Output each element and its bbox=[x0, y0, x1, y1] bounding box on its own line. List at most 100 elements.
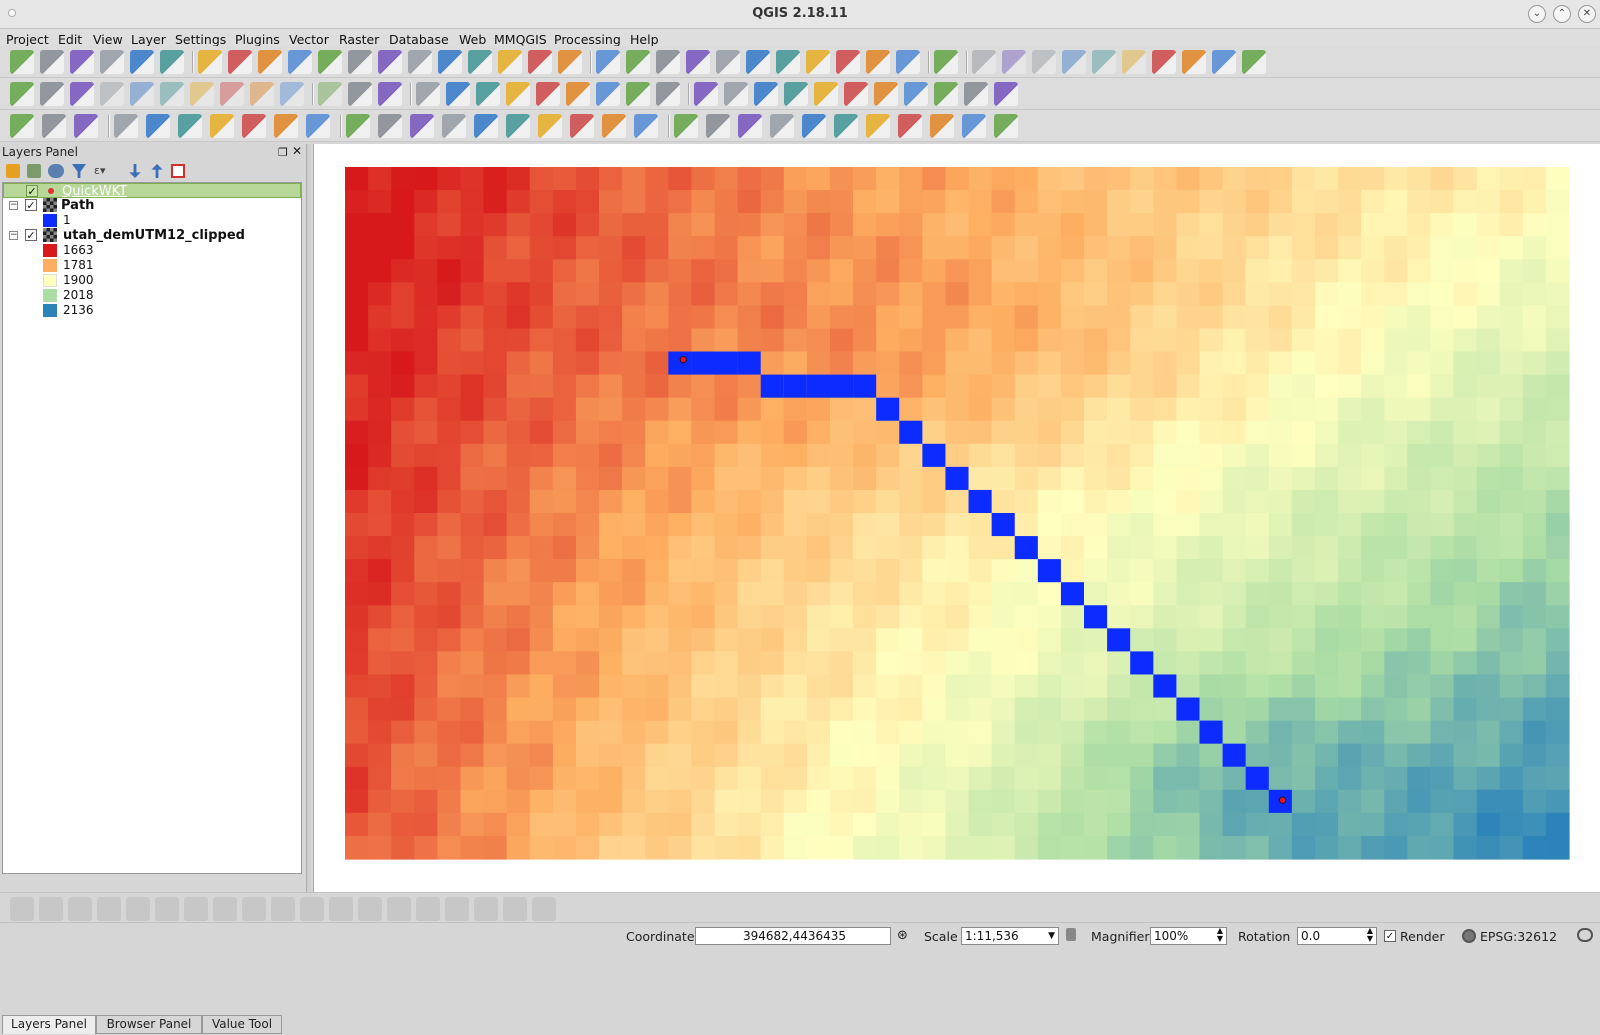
collapse-all-icon[interactable] bbox=[151, 164, 163, 178]
plane-icon[interactable] bbox=[930, 114, 954, 138]
magnifier-icon[interactable] bbox=[10, 114, 34, 138]
menu-mmqgis[interactable]: MMQGIS bbox=[494, 32, 547, 47]
menu-help[interactable]: Help bbox=[630, 32, 659, 47]
label-tool-icon[interactable] bbox=[318, 82, 342, 106]
wkt-icon[interactable] bbox=[566, 82, 590, 106]
zoom-native-icon[interactable] bbox=[318, 50, 342, 74]
undo-icon[interactable] bbox=[596, 82, 620, 106]
delete-selected-icon[interactable] bbox=[190, 82, 214, 106]
digitizing-tool-icon[interactable] bbox=[242, 897, 266, 921]
end-point-marker[interactable] bbox=[1279, 796, 1287, 804]
new-spatialite-icon[interactable] bbox=[814, 82, 838, 106]
digitizing-tool-icon[interactable] bbox=[155, 897, 179, 921]
print-composer-icon[interactable] bbox=[130, 50, 154, 74]
raster-grid-icon[interactable] bbox=[410, 114, 434, 138]
change-label-icon[interactable] bbox=[1032, 50, 1056, 74]
toggle-editing-icon[interactable] bbox=[40, 82, 64, 106]
digitizing-tool-icon[interactable] bbox=[358, 897, 382, 921]
zoom-to-selection-icon[interactable] bbox=[378, 50, 402, 74]
quickwkt-icon[interactable] bbox=[656, 82, 680, 106]
save-layer-edits-icon[interactable] bbox=[70, 82, 94, 106]
save-as-icon[interactable] bbox=[100, 50, 124, 74]
magnifier-spinbox[interactable]: 100% ▲ ▼ bbox=[1150, 927, 1227, 945]
zoom-next-icon[interactable] bbox=[468, 50, 492, 74]
field-calculator-icon[interactable] bbox=[776, 50, 800, 74]
digitizing-tool-icon[interactable] bbox=[39, 897, 63, 921]
digitizing-tool-icon[interactable] bbox=[213, 897, 237, 921]
pen-icon[interactable] bbox=[602, 114, 626, 138]
digitizing-tool-icon[interactable] bbox=[532, 897, 556, 921]
new-project-icon[interactable] bbox=[10, 50, 34, 74]
menu-plugins[interactable]: Plugins bbox=[235, 32, 280, 47]
profile-icon[interactable] bbox=[114, 114, 138, 138]
diagram-tool-icon[interactable] bbox=[348, 82, 372, 106]
leaf-green-icon[interactable] bbox=[506, 114, 530, 138]
close-panel-icon[interactable]: ✕ bbox=[292, 144, 302, 158]
leaf-yellow-icon[interactable] bbox=[866, 114, 890, 138]
layer-checkbox[interactable]: ✓ bbox=[25, 229, 37, 241]
mouse-icon[interactable] bbox=[442, 114, 466, 138]
digitizing-tool-icon[interactable] bbox=[445, 897, 469, 921]
tab-layers-panel[interactable]: Layers Panel bbox=[2, 1015, 96, 1034]
layer-row-dem[interactable]: − ✓ utah_demUTM12_clipped bbox=[3, 228, 301, 243]
grid-tool-icon[interactable] bbox=[178, 114, 202, 138]
map-tips-icon[interactable] bbox=[866, 50, 890, 74]
highlight-pinned-icon[interactable] bbox=[1122, 50, 1146, 74]
cut-features-icon[interactable] bbox=[220, 82, 244, 106]
menu-edit[interactable]: Edit bbox=[58, 32, 82, 47]
layer-style-icon[interactable] bbox=[6, 164, 20, 178]
node-tool-icon[interactable] bbox=[160, 82, 184, 106]
run-action-icon[interactable] bbox=[626, 50, 650, 74]
show-bookmarks-icon[interactable] bbox=[528, 50, 552, 74]
close-icon[interactable]: ✕ bbox=[1578, 5, 1596, 23]
metasearch-icon[interactable] bbox=[1212, 50, 1236, 74]
zoom-to-layer-icon[interactable] bbox=[408, 50, 432, 74]
lock-scale-icon[interactable] bbox=[1066, 928, 1076, 941]
lat-long-icon[interactable] bbox=[378, 114, 402, 138]
menu-web[interactable]: Web bbox=[459, 32, 486, 47]
new-bookmark-icon[interactable] bbox=[498, 50, 522, 74]
statistics-icon[interactable] bbox=[806, 50, 830, 74]
layer-labeling-icon[interactable] bbox=[378, 82, 402, 106]
composer-manager-icon[interactable] bbox=[160, 50, 184, 74]
rasterize-icon[interactable] bbox=[446, 82, 470, 106]
curve-icon[interactable] bbox=[898, 114, 922, 138]
select-features-icon[interactable] bbox=[656, 50, 680, 74]
crs-label[interactable]: EPSG:32612 bbox=[1480, 929, 1557, 944]
zoom-in-icon[interactable] bbox=[258, 50, 282, 74]
digitizing-tool-icon[interactable] bbox=[97, 897, 121, 921]
add-feature-icon[interactable] bbox=[100, 82, 124, 106]
rotate-label-icon[interactable] bbox=[1002, 50, 1026, 74]
deselect-icon[interactable] bbox=[716, 50, 740, 74]
area-icon[interactable] bbox=[626, 82, 650, 106]
digitizing-tool-icon[interactable] bbox=[503, 897, 527, 921]
digitizing-tool-icon[interactable] bbox=[300, 897, 324, 921]
digitizing-tool-icon[interactable] bbox=[416, 897, 440, 921]
digitizing-tool-icon[interactable] bbox=[474, 897, 498, 921]
menu-view[interactable]: View bbox=[93, 32, 123, 47]
digitizing-tool-icon[interactable] bbox=[10, 897, 34, 921]
gps-icon[interactable] bbox=[994, 82, 1018, 106]
menu-vector[interactable]: Vector bbox=[289, 32, 329, 47]
help-icon[interactable] bbox=[934, 50, 958, 74]
pan-icon[interactable] bbox=[198, 50, 222, 74]
remove-layer-icon[interactable] bbox=[171, 164, 185, 178]
digitizing-tool-icon[interactable] bbox=[184, 897, 208, 921]
grid-icon[interactable] bbox=[1152, 50, 1176, 74]
flag-icon[interactable] bbox=[474, 114, 498, 138]
tab-browser-panel[interactable]: Browser Panel bbox=[96, 1015, 202, 1034]
spin-arrows-icon[interactable]: ▲ ▼ bbox=[1217, 927, 1223, 943]
layer-row-quickwkt[interactable]: ✓ QuickWKT bbox=[3, 183, 301, 199]
spiral-icon[interactable] bbox=[242, 114, 266, 138]
chevron-down-icon[interactable]: ▼ bbox=[1048, 928, 1055, 944]
start-point-marker[interactable] bbox=[679, 356, 687, 364]
zoom-last-icon[interactable] bbox=[438, 50, 462, 74]
globe-icon[interactable] bbox=[1462, 929, 1476, 943]
pin-labels-icon[interactable] bbox=[1062, 50, 1086, 74]
coordinate-field[interactable]: 394682,4436435 bbox=[695, 927, 891, 945]
add-postgis-icon[interactable] bbox=[784, 82, 808, 106]
map-canvas[interactable] bbox=[313, 144, 1600, 892]
hammer-icon[interactable] bbox=[538, 114, 562, 138]
layer-style-icon[interactable] bbox=[964, 82, 988, 106]
open-project-icon[interactable] bbox=[40, 50, 64, 74]
